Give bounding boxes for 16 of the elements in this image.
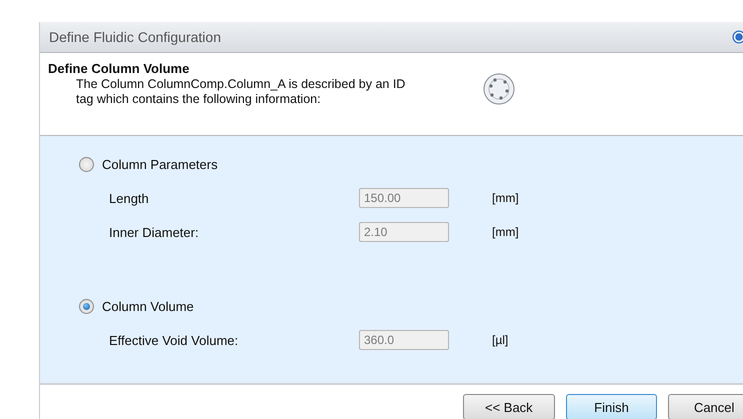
- unit-label: [mm]: [492, 225, 520, 239]
- field-label: Inner Diameter:: [109, 224, 200, 240]
- radio-option[interactable]: Column Parameters: [40, 154, 218, 174]
- help-icon[interactable]: [732, 30, 743, 44]
- unit-label: [mm]: [492, 191, 520, 205]
- header-title: Define Column Volume: [48, 61, 190, 76]
- dialog-button[interactable]: Finish: [566, 394, 658, 419]
- radio-option[interactable]: Column Volume: [40, 296, 194, 316]
- dialog-button[interactable]: << Back: [463, 394, 555, 419]
- unit-label: [µl]: [492, 333, 510, 347]
- field-label: Length: [109, 190, 150, 206]
- dialog-button[interactable]: Cancel: [668, 394, 743, 419]
- field-label: Effective Void Volume:: [109, 332, 240, 348]
- column-icon: [483, 73, 515, 105]
- header-description: The Column ColumnComp.Column_A is described by an ID tag which contains the following information:: [75, 77, 406, 107]
- window-title: Define Fluidic Configuration: [49, 29, 221, 45]
